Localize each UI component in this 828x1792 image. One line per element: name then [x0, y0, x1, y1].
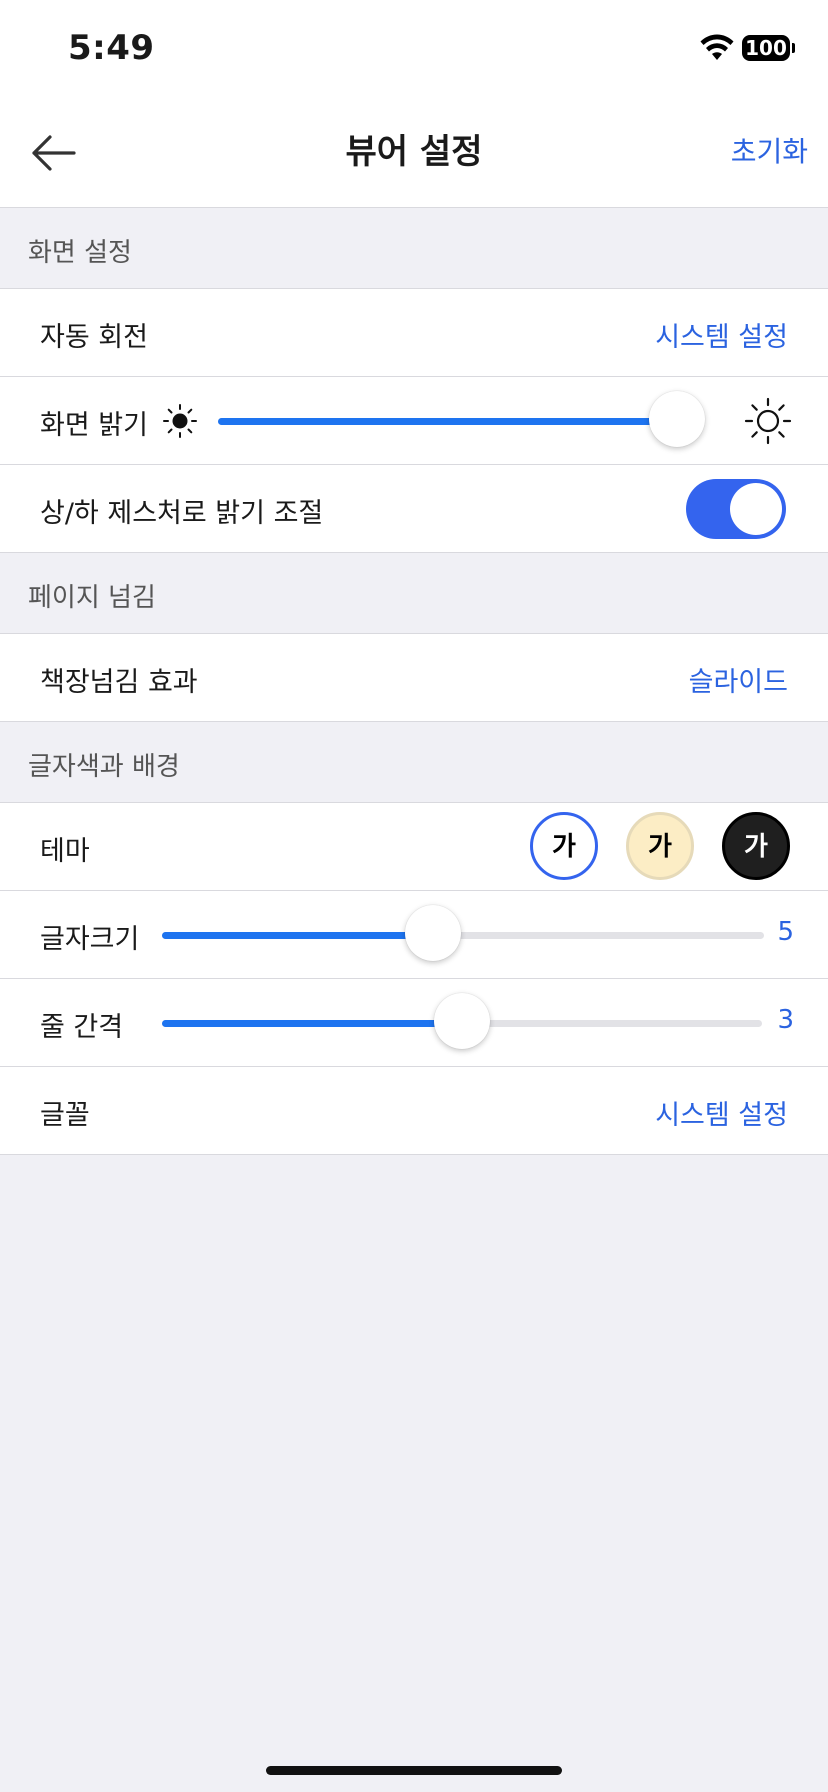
brightness-slider-thumb[interactable]	[648, 391, 705, 447]
section-title: 글자색과 배경	[28, 752, 180, 782]
home-indicator	[266, 1766, 562, 1775]
line-spacing-slider-thumb[interactable]	[434, 993, 490, 1049]
line-spacing-value: 3	[777, 1005, 794, 1035]
gesture-brightness-row: 상/하 제스처로 밝기 조절	[0, 465, 828, 553]
font-size-slider-fill	[162, 932, 433, 939]
brightness-row: 화면 밝기	[0, 377, 828, 465]
gesture-brightness-label: 상/하 제스처로 밝기 조절	[40, 498, 324, 529]
theme-option-sepia[interactable]: 가	[626, 812, 694, 880]
line-spacing-slider-fill	[162, 1020, 462, 1027]
auto-rotate-label: 자동 회전	[40, 322, 148, 353]
section-header-page-turn: 페이지 넘김	[0, 553, 828, 634]
font-size-value: 5	[777, 917, 794, 947]
status-time: 5:49	[68, 28, 155, 68]
theme-glyph: 가	[744, 832, 768, 862]
brightness-slider-track[interactable]	[218, 418, 696, 425]
auto-rotate-row[interactable]: 자동 회전 시스템 설정	[0, 289, 828, 377]
sun-outline-icon	[744, 397, 792, 445]
page-title: 뷰어 설정	[345, 132, 483, 172]
section-header-text-bg: 글자색과 배경	[0, 722, 828, 803]
theme-glyph: 가	[552, 832, 576, 862]
line-spacing-row: 줄 간격 3	[0, 979, 828, 1067]
theme-option-dark[interactable]: 가	[722, 812, 790, 880]
font-size-slider-thumb[interactable]	[404, 905, 461, 961]
font-label: 글꼴	[40, 1100, 90, 1131]
theme-label: 테마	[40, 836, 90, 867]
auto-rotate-value[interactable]: 시스템 설정	[655, 315, 788, 354]
theme-option-white[interactable]: 가	[530, 812, 598, 880]
theme-row: 테마 가 가 가	[0, 803, 828, 891]
font-value[interactable]: 시스템 설정	[655, 1093, 788, 1132]
font-size-label: 글자크기	[40, 924, 140, 955]
nav-bar: 뷰어 설정 초기화	[0, 100, 828, 208]
font-size-slider-track[interactable]	[162, 932, 764, 939]
line-spacing-label: 줄 간격	[40, 1012, 124, 1043]
battery-level: 100	[745, 36, 787, 60]
page-effect-label: 책장넘김 효과	[40, 667, 198, 698]
gesture-brightness-toggle[interactable]	[686, 479, 786, 539]
brightness-label: 화면 밝기	[40, 410, 148, 441]
section-title: 화면 설정	[28, 238, 132, 268]
toggle-knob	[730, 483, 782, 535]
wifi-icon	[700, 34, 734, 60]
battery-icon: 100	[742, 35, 790, 61]
font-size-row: 글자크기 5	[0, 891, 828, 979]
brightness-slider-fill	[218, 418, 677, 425]
font-row[interactable]: 글꼴 시스템 설정	[0, 1067, 828, 1155]
section-header-screen: 화면 설정	[0, 208, 828, 289]
section-title: 페이지 넘김	[28, 583, 156, 613]
reset-button[interactable]: 초기화	[731, 130, 808, 170]
status-bar: 5:49 100	[0, 0, 828, 100]
page-effect-row[interactable]: 책장넘김 효과 슬라이드	[0, 634, 828, 722]
battery-nub	[792, 43, 795, 53]
theme-glyph: 가	[648, 832, 672, 862]
sun-filled-icon	[163, 404, 197, 438]
page-effect-value[interactable]: 슬라이드	[689, 660, 788, 699]
